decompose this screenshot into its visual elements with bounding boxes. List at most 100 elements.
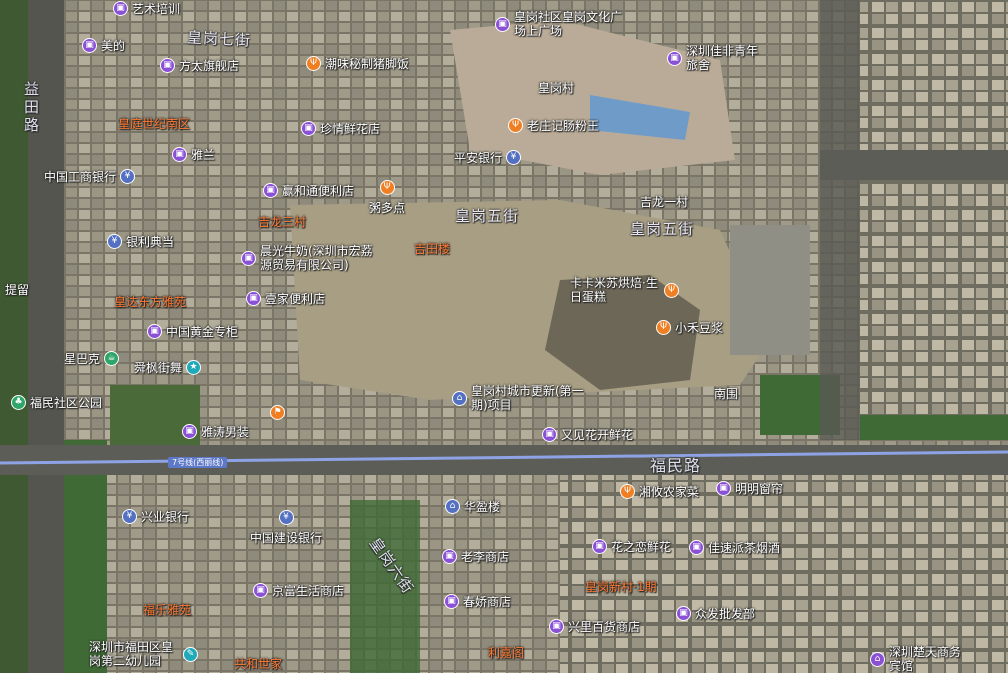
poi-hostel[interactable]: ▣ 深圳佳非青年旅舍 [667, 44, 766, 72]
metro-line-label: 7号线(西丽线) [168, 457, 228, 468]
place-label-huanggang-cun: 皇岗村 [538, 81, 575, 95]
area-label-jilong3: 吉龙三村 [258, 215, 307, 229]
poi-yalan[interactable]: ▣ 雅兰 [172, 146, 215, 163]
poi-label: 深圳楚天商务宾馆 [889, 645, 962, 673]
shopping-bag-icon: ▣ [253, 583, 268, 598]
poi-kakami[interactable]: Ψ 卡卡米苏烘焙·生日蛋糕 [570, 276, 679, 304]
poi-yatao[interactable]: ▣ 雅涛男装 [182, 423, 249, 440]
poi-huaying[interactable]: ⌂ 华盈楼 [445, 498, 500, 515]
shopping-bag-icon: ▣ [442, 549, 457, 564]
shopping-bag-icon: ▣ [241, 250, 256, 266]
poi-kindergarten[interactable]: ✎ 深圳市福田区皇岗第二幼儿园 [89, 640, 198, 668]
poi-label: 赢和通便利店 [282, 184, 355, 198]
shopping-bag-icon: ▣ [113, 1, 128, 16]
place-label-tiliu: 提留 [5, 283, 30, 297]
poi-label: 方太旗舰店 [179, 59, 240, 73]
poi-pingan[interactable]: ¥ 平安银行 [454, 149, 522, 166]
poi-yijia[interactable]: ▣ 壹家便利店 [246, 290, 325, 307]
poi-chunjiao[interactable]: ▣ 春娇商店 [444, 593, 511, 610]
poi-meide[interactable]: ▣ 美的 [82, 37, 125, 54]
place-label-nanwei: 南围 [714, 387, 739, 401]
poi-art[interactable]: ▣ 艺术培训 [113, 0, 180, 17]
poi-plaza[interactable]: ▣ 皇岗社区皇岗文化广场上广场 [495, 10, 624, 38]
shopping-bag-icon: ▣ [246, 291, 261, 306]
shopping-bag-icon: ▣ [495, 16, 510, 32]
poi-mingming[interactable]: ▣ 明明窗帘 [716, 480, 783, 497]
food-icon: Ψ [306, 56, 321, 71]
place-label-jilong1: 吉龙一村 [640, 195, 689, 209]
road-label-huanggang5b: 皇岗五街 [630, 220, 695, 238]
poi-xingye[interactable]: ¥ 兴业银行 [122, 508, 189, 525]
poi-chenguang[interactable]: ▣ 晨光牛奶(深圳市宏荔源贸易有限公司) [241, 244, 380, 272]
poi-zhenqing[interactable]: ▣ 珍情鲜花店 [301, 120, 380, 137]
poi-label: 兴里百货商店 [568, 620, 641, 634]
food-icon: Ψ [508, 118, 523, 133]
poi-label: 佳速派茶烟酒 [708, 541, 781, 555]
poi-label: 湘攸农家菜 [639, 485, 700, 499]
bank-icon: ¥ [120, 169, 136, 184]
shopping-bag-icon: ▣ [160, 58, 175, 73]
poi-label: 中国工商银行 [44, 170, 117, 184]
fast-food-icon: ⚑ [270, 405, 285, 420]
poi-dance[interactable]: ★ 舜枫街舞 [134, 359, 202, 376]
poi-chutian[interactable]: ⌂ 深圳楚天商务宾馆 [870, 645, 969, 673]
poi-label: 深圳佳非青年旅舍 [686, 44, 759, 72]
poi-starbucks[interactable]: ☕ 星巴克 [64, 350, 120, 367]
leisure-icon: ★ [186, 360, 202, 375]
poi-gold[interactable]: ▣ 中国黄金专柜 [147, 323, 238, 340]
poi-label: 兴业银行 [141, 510, 190, 524]
map-view[interactable]: 皇岗七街 皇岗五街 皇岗五街 福民路 益田路 皇岗六街 7号线(西丽线) 皇岗村… [0, 0, 1008, 673]
area-label-huangting: 皇庭世纪南区 [118, 117, 191, 131]
poi-zhouduo[interactable]: Ψ 粥多点 [369, 180, 405, 216]
poi-chaowei[interactable]: Ψ 潮味秘制猪脚饭 [306, 55, 409, 72]
poi-huazhilian[interactable]: ▣ 花之恋鲜花 [592, 538, 671, 555]
road-label-fumin: 福民路 [650, 456, 702, 475]
poi-label: 雅兰 [191, 148, 216, 162]
shopping-bag-icon: ▣ [182, 424, 197, 439]
poi-ccb[interactable]: ¥ 中国建设银行 [250, 510, 322, 546]
bank-icon: ¥ [278, 510, 294, 525]
poi-label: 壹家便利店 [265, 292, 326, 306]
poi-label: 美的 [101, 39, 126, 53]
bank-icon: ¥ [107, 234, 122, 249]
food-icon: Ψ [620, 484, 635, 499]
shopping-bag-icon: ▣ [592, 539, 607, 554]
poi-renewal[interactable]: ⌂ 皇岗村城市更新(第一期)项目 [452, 384, 591, 412]
poi-label: 皇岗村城市更新(第一期)项目 [471, 384, 584, 412]
poi-xiangyou[interactable]: Ψ 湘攸农家菜 [620, 483, 699, 500]
poi-jiasu[interactable]: ▣ 佳速派茶烟酒 [689, 539, 780, 556]
poi-label: 明明窗帘 [735, 482, 784, 496]
shopping-bag-icon: ▣ [689, 540, 704, 555]
poi-xiaohe[interactable]: Ψ 小禾豆浆 [656, 319, 723, 336]
poi-zhongfa[interactable]: ▣ 众发批发部 [676, 605, 755, 622]
poi-kfc[interactable]: ⚑ [270, 405, 285, 420]
poi-label: 粥多点 [369, 201, 406, 215]
poi-yinli[interactable]: ¥ 银利典当 [107, 233, 174, 250]
park-icon: ♣ [11, 395, 26, 410]
poi-laoli[interactable]: ▣ 老李商店 [442, 548, 509, 565]
poi-xingli[interactable]: ▣ 兴里百货商店 [549, 618, 640, 635]
poi-label: 中国黄金专柜 [166, 325, 239, 339]
area-label-jitian: 吉田楼 [414, 242, 451, 256]
poi-jingfu[interactable]: ▣ 京富生活商店 [253, 582, 344, 599]
poi-label: 春娇商店 [463, 595, 512, 609]
poi-label: 众发批发部 [695, 607, 756, 621]
poi-label: 小禾豆浆 [675, 321, 724, 335]
poi-label: 京富生活商店 [272, 584, 345, 598]
poi-label: 中国建设银行 [250, 531, 323, 545]
poi-fumin_park[interactable]: ♣ 福民社区公园 [11, 394, 102, 411]
poi-label: 雅涛男装 [201, 425, 250, 439]
food-icon: Ψ [664, 282, 679, 298]
poi-youjian[interactable]: ▣ 又见花开鲜花 [542, 426, 633, 443]
poi-yinghe[interactable]: ▣ 赢和通便利店 [263, 182, 354, 199]
road-label-huanggang5: 皇岗五街 [455, 207, 520, 225]
bank-icon: ¥ [506, 150, 522, 165]
road-label-huanggang7: 皇岗七街 [186, 28, 252, 50]
poi-label: 皇岗社区皇岗文化广场上广场 [514, 10, 623, 38]
poi-icbc[interactable]: ¥ 中国工商银行 [44, 168, 136, 185]
poi-label: 老庄记肠粉王 [527, 119, 600, 133]
poi-laozhuang[interactable]: Ψ 老庄记肠粉王 [508, 117, 599, 134]
area-label-gonghe: 共和世家 [234, 657, 283, 671]
shopping-bag-icon: ▣ [263, 183, 278, 198]
poi-fangtai[interactable]: ▣ 方太旗舰店 [160, 57, 239, 74]
